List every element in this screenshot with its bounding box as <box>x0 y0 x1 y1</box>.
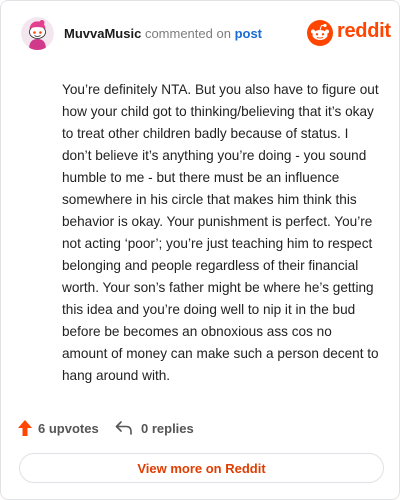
upvote-arrow-icon <box>18 420 32 436</box>
comment-body: You’re definitely NTA. But you also have… <box>62 82 379 383</box>
avatar[interactable] <box>21 17 54 50</box>
snoo-avatar-icon <box>21 17 54 50</box>
reddit-wordmark: reddit <box>337 20 391 42</box>
comment-header: MuvvaMusic commented on post reddit <box>21 17 391 51</box>
post-link[interactable]: post <box>235 26 262 41</box>
comment-embed-card: MuvvaMusic commented on post reddit You’… <box>0 0 400 500</box>
upvote-button[interactable]: 6 upvotes <box>17 417 99 439</box>
reply-count: 0 replies <box>141 420 194 436</box>
comment-meta: MuvvaMusic commented on post <box>64 26 262 41</box>
replies-button[interactable]: 0 replies <box>115 417 194 439</box>
upvote-count: 6 upvotes <box>38 420 99 436</box>
reply-arrow-icon <box>115 421 132 435</box>
commented-on-text: commented on <box>144 26 231 41</box>
reddit-brand[interactable]: reddit <box>307 18 391 48</box>
username-link[interactable]: MuvvaMusic <box>64 26 141 41</box>
reddit-logo-icon <box>307 20 333 46</box>
view-more-button[interactable]: View more on Reddit <box>19 453 384 483</box>
comment-actions: 6 upvotes 0 replies <box>17 417 383 439</box>
